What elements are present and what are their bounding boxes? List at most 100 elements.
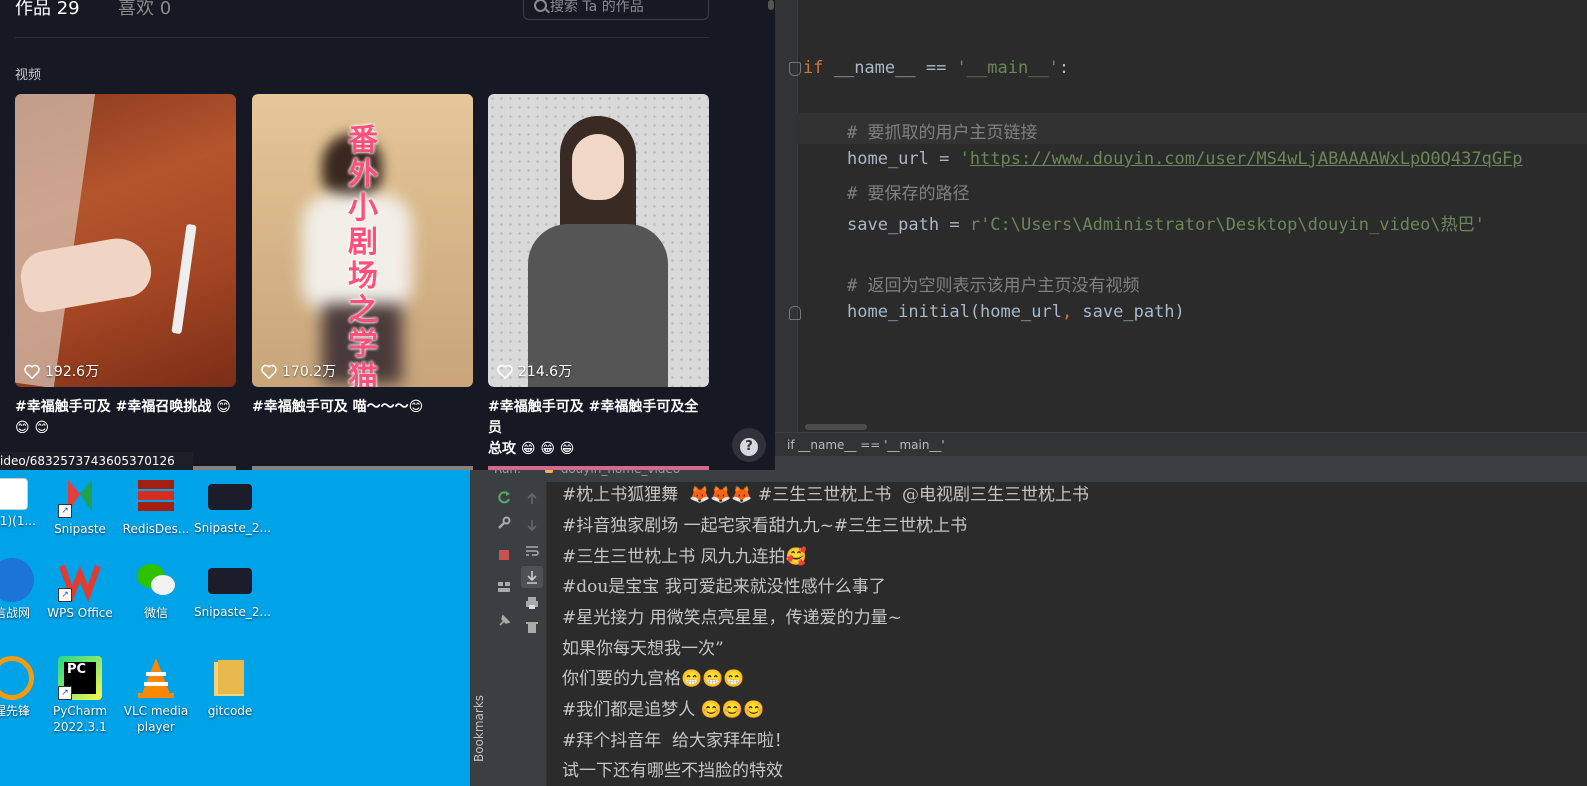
douyin-browser-panel: 作品 29 喜欢 0 搜索 Ta 的作品 视频 192.6万 #幸福触手可及 #… [0,0,775,470]
video-caption[interactable]: #幸福触手可及 #幸福触手可及全员 总攻 😁 😁 😁 [488,397,709,460]
code-line-home-url[interactable]: home_url = 'https://www.douyin.com/user/… [847,149,1523,169]
soft-wrap-icon[interactable] [525,544,539,558]
search-icon [534,0,547,12]
code-text: : [1058,58,1070,78]
desktop-icon-wps[interactable]: ↗ WPS Office [44,558,116,621]
code-string: '__main__' [956,58,1059,78]
code-text: home_initial(home_url [847,302,1062,322]
run-tool-window: Run: douyin_home_video Bookmarks #枕上书狐狸舞… [470,456,1587,786]
stop-icon[interactable] [497,548,511,562]
code-string: r'C:\Users\Administrator\Desktop\douyin_… [969,215,1485,235]
console-output-line: #dou是宝宝 我可爱起来就没性感什么事了 [562,577,886,597]
like-count-value: 170.2万 [282,364,337,380]
like-count: 214.6万 [497,361,572,381]
console-output-line: #星光接力 用微笑点亮星星，传递爱的力量~ [562,608,902,628]
breadcrumb-item[interactable]: if __name__ == '__main__' [775,438,945,452]
document-icon [0,478,28,510]
scrollbar-thumb[interactable] [768,0,774,10]
desktop: x(1)(1... ↗ Snipaste RedisDes... Snipast… [0,470,470,786]
section-label-videos: 视频 [15,68,42,83]
desktop-icon-vlc[interactable]: VLC media player [120,656,192,735]
heart-icon [261,364,277,379]
pin-icon[interactable] [497,614,511,628]
desktop-icon-label: 信战网 [0,606,30,620]
arrow-up-icon[interactable] [525,492,539,506]
video-thumbnail: 番外小剧场之学猫叫 [252,94,473,387]
desktop-icon-snipaste-image-2[interactable]: Snipaste_2... [194,558,271,620]
search-placeholder: 搜索 Ta 的作品 [550,0,644,15]
code-string: ' [959,149,970,169]
caption-line: 😊 😊 [15,420,50,436]
video-caption[interactable]: #幸福触手可及 #幸福召唤挑战 😊 😊 😊 [15,397,236,439]
desktop-icon-label: Snipaste_2... [194,605,271,619]
help-button[interactable]: ? [732,428,766,462]
video-caption[interactable]: #幸福触手可及 喵～～～😊 [252,397,473,418]
code-line-if-main[interactable]: if __name__ == '__main__': [803,58,1069,78]
desktop-icon-label: PyCharm 2022.3.1 [52,704,108,734]
overwatch-icon [0,656,34,700]
link-url-tooltip: ideo/6832573743605370126 [0,452,193,470]
code-line-save-path[interactable]: save_path = r'C:\Users\Administrator\Des… [847,210,1485,235]
fold-marker-icon[interactable] [789,306,801,320]
print-icon[interactable] [525,596,539,610]
image-thumbnail-icon [208,568,252,594]
desktop-icon-overwatch[interactable]: 猩先锋 [0,656,48,719]
video-card-next-row[interactable] [488,466,709,470]
run-toolbar-secondary [518,482,547,786]
breadcrumb[interactable]: if __name__ == '__main__' [775,432,1587,457]
desktop-icon-label: Snipaste [54,522,106,536]
desktop-icon-pycharm[interactable]: PC ↗ PyCharm 2022.3.1 [44,656,116,735]
wrench-icon[interactable] [497,516,511,530]
code-editor[interactable]: if __name__ == '__main__': # 要抓取的用户主页链接 … [775,0,1587,470]
console-output-line: #枕上书狐狸舞 🦊🦊🦊 #三生三世枕上书 @电视剧三生三世枕上书 [562,485,1090,505]
layout-icon[interactable] [497,580,511,594]
folder-icon [208,656,252,700]
tab-likes[interactable]: 喜欢 0 [118,0,171,20]
desktop-icon-gitcode[interactable]: gitcode [194,656,266,719]
desktop-icon-label: VLC media player [123,704,189,734]
desktop-icon-redis[interactable]: RedisDes... [120,474,192,537]
code-url-link[interactable]: https://www.douyin.com/user/MS4wLjABAAAA… [970,149,1523,169]
bookmarks-tab[interactable]: Bookmarks [472,682,486,762]
video-card[interactable]: 番外小剧场之学猫叫 170.2万 [252,94,473,387]
caption-line: #幸福触手可及 #幸福触手可及全员 [488,399,699,436]
like-count-value: 192.6万 [45,364,100,380]
desktop-icon-wechat[interactable]: 微信 [120,558,192,621]
scroll-to-end-icon [527,571,537,584]
search-input[interactable]: 搜索 Ta 的作品 [523,0,709,20]
fold-marker-icon[interactable] [789,62,801,76]
desktop-icon-label: gitcode [207,704,253,718]
desktop-icon-snipaste[interactable]: ↗ Snipaste [44,474,116,537]
bookmarks-strip: Bookmarks [470,482,491,786]
video-card[interactable]: 214.6万 [488,94,709,387]
desktop-icon-file[interactable]: x(1)(1... [0,478,48,529]
code-comment[interactable]: # 返回为空则表示该用户主页没有视频 [847,271,1139,296]
console-output-line: 你们要的九宫格😁😁😁 [562,669,745,689]
snipaste-icon: ↗ [58,474,102,518]
caption-line: #幸福触手可及 喵～～～😊 [252,399,424,415]
code-line-call[interactable]: home_initial(home_url, save_path) [847,302,1185,322]
code-comment[interactable]: # 要抓取的用户主页链接 [847,118,1037,143]
desktop-icon-battlenet[interactable]: 信战网 [0,558,48,621]
desktop-icon-snipaste-image[interactable]: Snipaste_2... [194,474,271,536]
code-keyword: if [803,58,824,78]
horizontal-scrollbar[interactable] [805,424,867,430]
scroll-to-end-toggle[interactable] [521,566,543,588]
like-count-value: 214.6万 [518,364,573,380]
code-text: save_path) [1082,302,1185,322]
video-card-next-row[interactable] [252,466,473,470]
vlc-cone-icon [134,656,178,700]
redis-icon [134,474,178,518]
rerun-icon[interactable] [497,490,511,504]
desktop-icon-label: WPS Office [47,606,113,620]
video-card[interactable]: 192.6万 [15,94,236,387]
arrow-down-icon[interactable] [525,518,539,532]
trash-icon[interactable] [525,620,539,634]
code-comment[interactable]: # 要保存的路径 [847,179,969,204]
heart-icon [497,364,513,379]
wps-icon: ↗ [58,558,102,603]
tab-works[interactable]: 作品 29 [15,0,80,20]
question-icon: ? [740,438,758,456]
code-punctuation: , [1061,302,1083,322]
divider [15,37,709,38]
